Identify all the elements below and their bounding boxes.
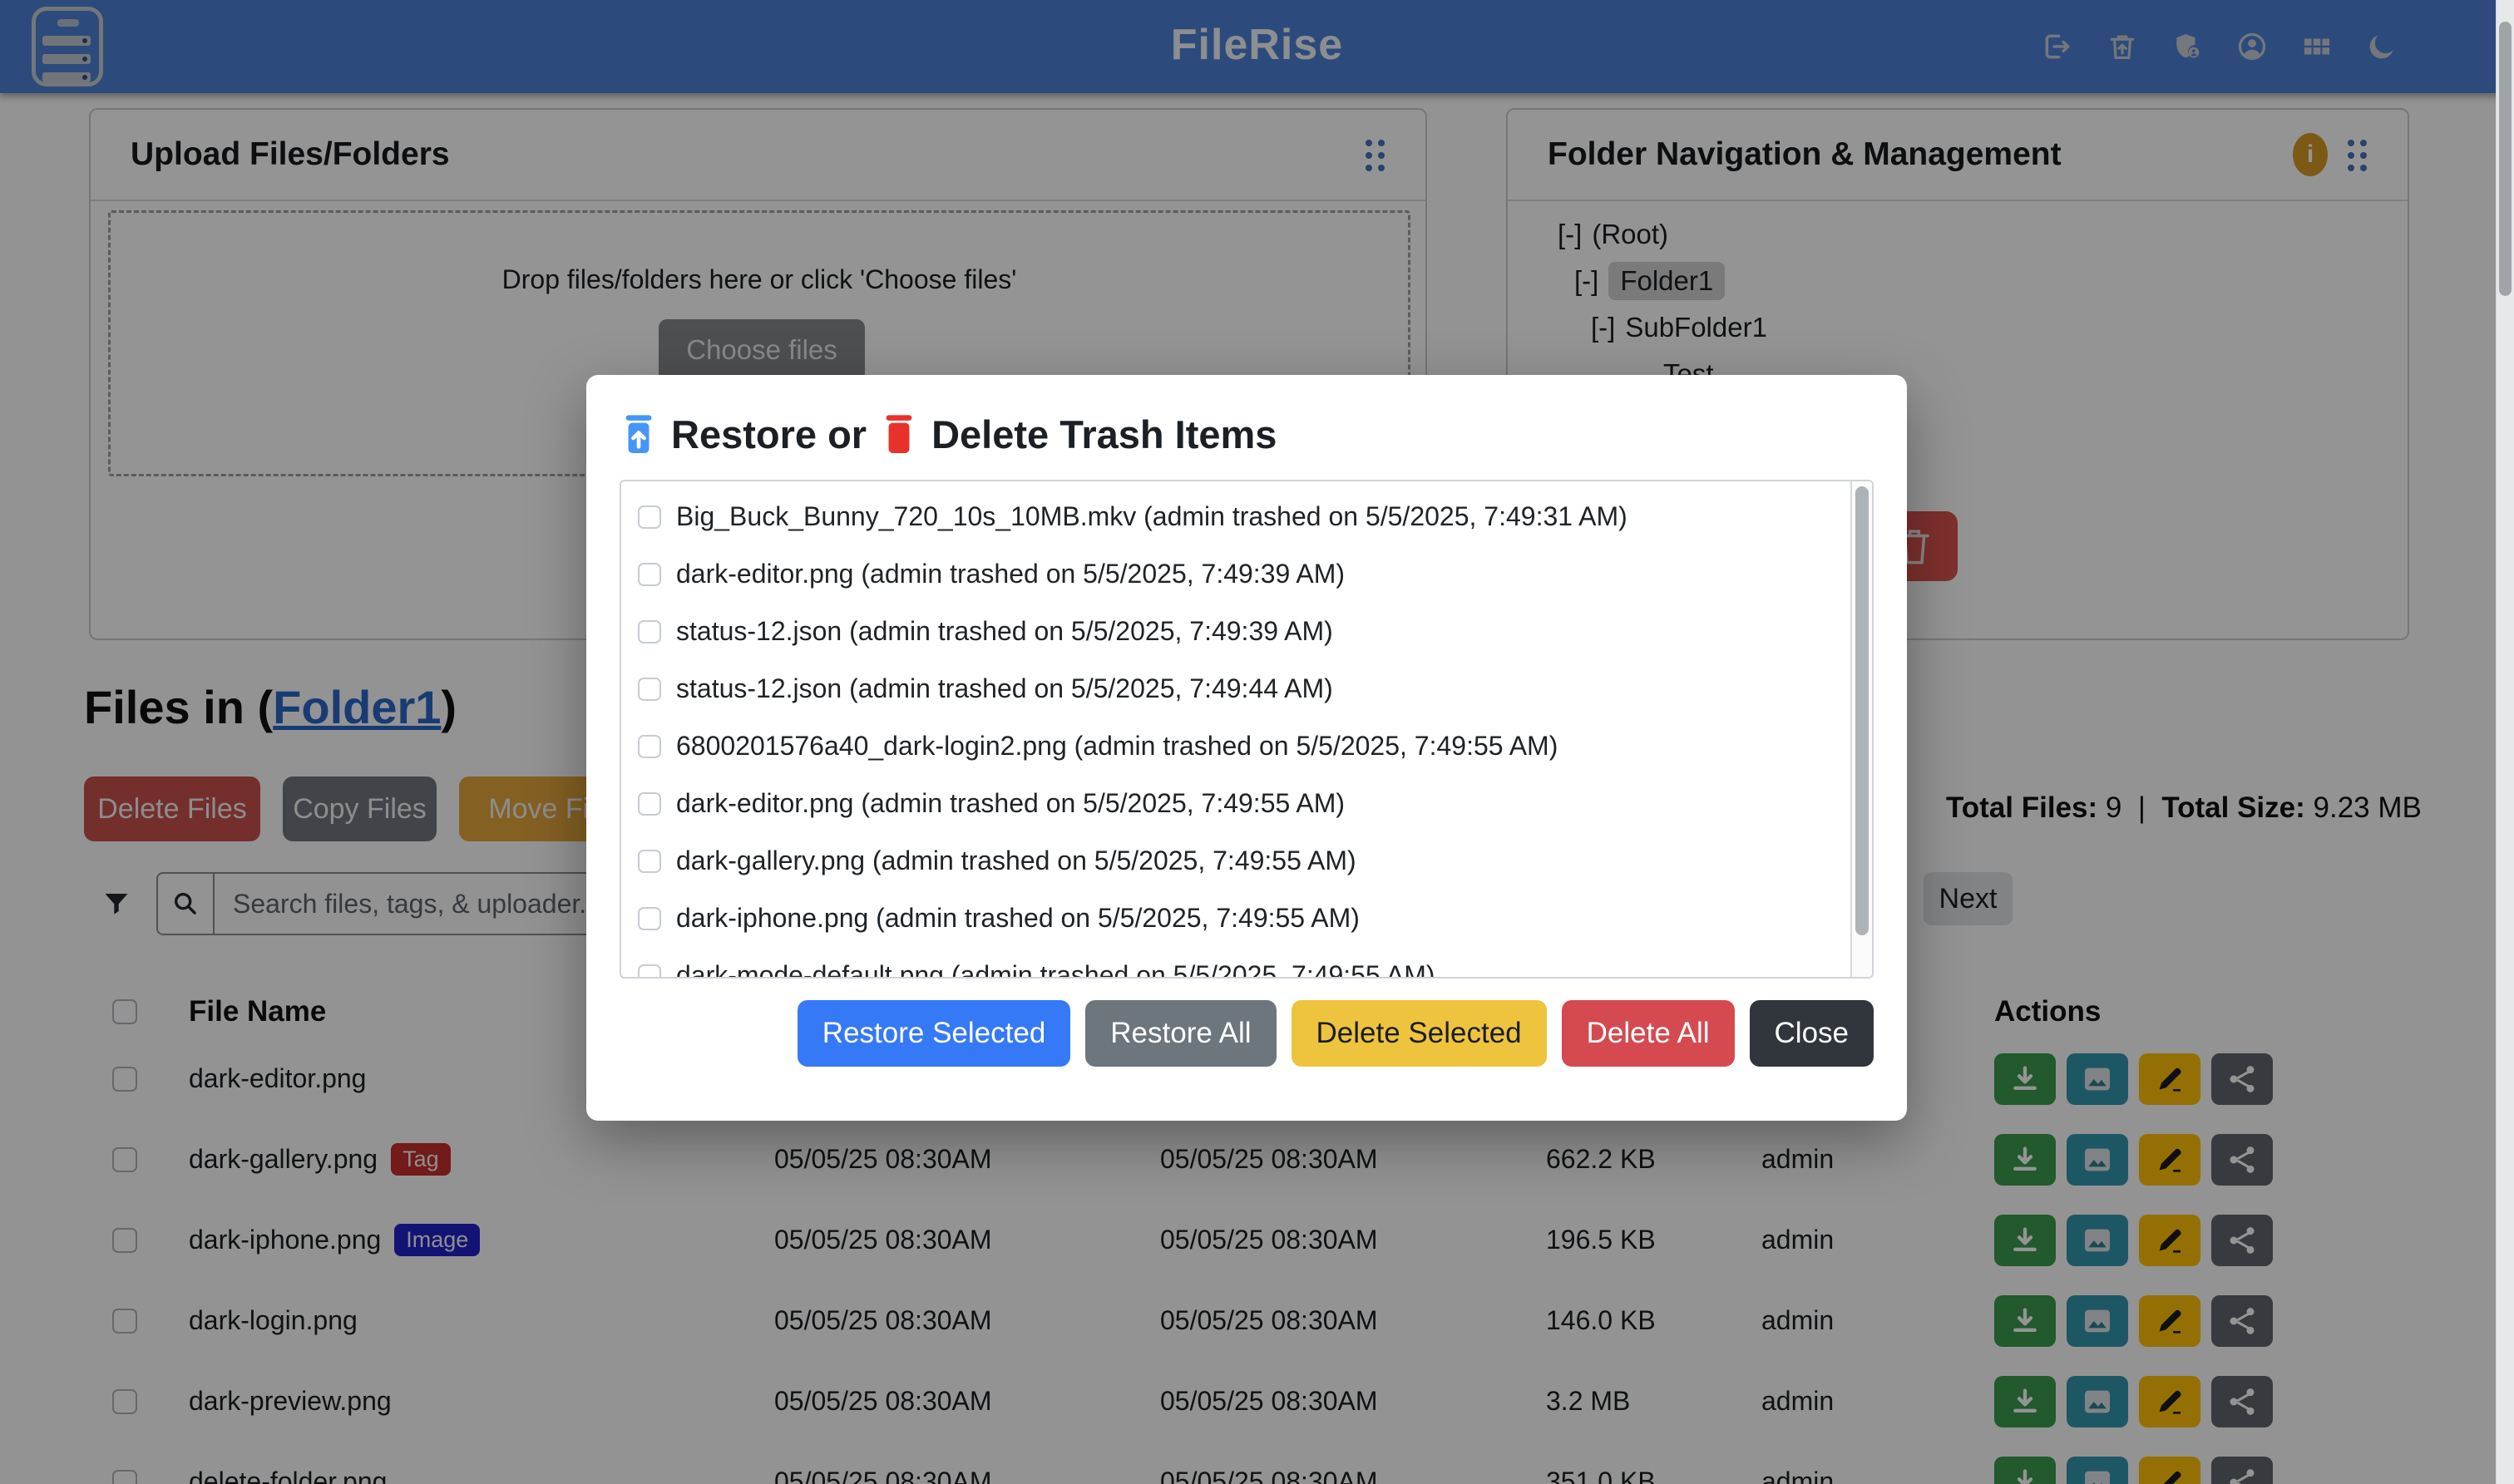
trash-item-label: Big_Buck_Bunny_720_10s_10MB.mkv (admin t… (676, 501, 1627, 532)
trash-list-item[interactable]: status-12.json (admin trashed on 5/5/202… (621, 660, 1872, 717)
trash-list-item[interactable]: dark-editor.png (admin trashed on 5/5/20… (621, 545, 1872, 603)
trash-item-label: dark-editor.png (admin trashed on 5/5/20… (676, 559, 1345, 589)
restore-trash-icon (620, 412, 658, 456)
trash-list-item[interactable]: dark-iphone.png (admin trashed on 5/5/20… (621, 890, 1872, 947)
trash-item-label: status-12.json (admin trashed on 5/5/202… (676, 616, 1333, 647)
trash-modal-button[interactable]: Delete Selected (1292, 1000, 1547, 1067)
trash-item-checkbox[interactable] (638, 563, 661, 586)
filerise-app: FileRise Upload Files/Folders (0, 0, 2514, 1484)
trash-modal-button[interactable]: Delete All (1562, 1000, 1735, 1067)
trash-list-item[interactable]: 6800201576a40_dark-login2.png (admin tra… (621, 717, 1872, 775)
page-scrollbar[interactable] (2496, 0, 2514, 1484)
trash-item-checkbox[interactable] (638, 850, 661, 873)
trash-list-item[interactable]: dark-mode-default.png (admin trashed on … (621, 947, 1872, 979)
trash-modal-title: Restore or Delete Trash Items (620, 408, 1874, 460)
trash-modal-button[interactable]: Restore All (1085, 1000, 1276, 1067)
trash-modal-button[interactable]: Restore Selected (798, 1000, 1070, 1067)
trash-item-label: dark-gallery.png (admin trashed on 5/5/2… (676, 846, 1356, 876)
trash-items-list: Big_Buck_Bunny_720_10s_10MB.mkv (admin t… (620, 480, 1874, 979)
trash-item-checkbox[interactable] (638, 907, 661, 930)
trash-item-checkbox[interactable] (638, 964, 661, 979)
list-scrollbar[interactable] (1850, 481, 1872, 977)
trash-item-label: dark-editor.png (admin trashed on 5/5/20… (676, 788, 1345, 819)
trash-list-item[interactable]: Big_Buck_Bunny_720_10s_10MB.mkv (admin t… (621, 488, 1872, 545)
delete-trash-icon (880, 412, 918, 456)
trash-list-item[interactable]: dark-gallery.png (admin trashed on 5/5/2… (621, 832, 1872, 890)
trash-list-item[interactable]: dark-editor.png (admin trashed on 5/5/20… (621, 775, 1872, 832)
trash-modal-button[interactable]: Close (1750, 1000, 1874, 1067)
trash-item-label: dark-iphone.png (admin trashed on 5/5/20… (676, 903, 1360, 934)
trash-item-checkbox[interactable] (638, 792, 661, 816)
page-scrollbar-thumb[interactable] (2499, 22, 2512, 296)
trash-item-label: dark-mode-default.png (admin trashed on … (676, 960, 1435, 979)
trash-item-checkbox[interactable] (638, 620, 661, 643)
trash-item-checkbox[interactable] (638, 678, 661, 701)
trash-modal-buttons: Restore Selected Restore All Delete Sele… (620, 1000, 1874, 1067)
trash-item-checkbox[interactable] (638, 505, 661, 529)
list-scrollbar-thumb[interactable] (1855, 486, 1869, 935)
trash-list-item[interactable]: status-12.json (admin trashed on 5/5/202… (621, 603, 1872, 660)
trash-modal: Restore or Delete Trash Items Big_Buck_B… (586, 375, 1907, 1121)
trash-item-checkbox[interactable] (638, 735, 661, 758)
trash-item-label: status-12.json (admin trashed on 5/5/202… (676, 673, 1333, 704)
trash-item-label: 6800201576a40_dark-login2.png (admin tra… (676, 731, 1558, 762)
